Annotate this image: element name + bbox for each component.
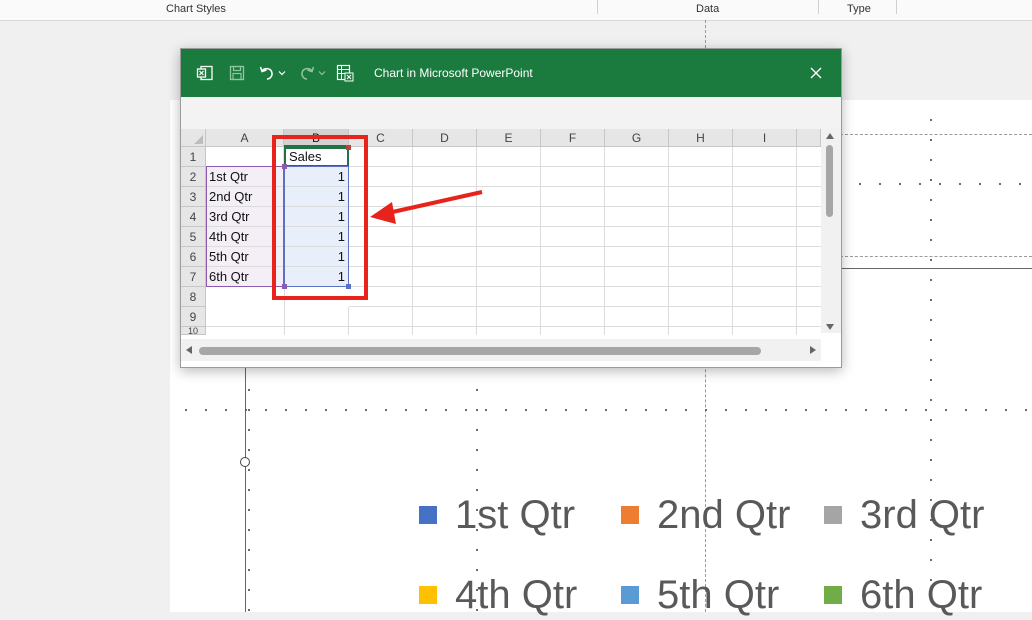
dotted-guide-horizontal — [176, 409, 1032, 411]
legend-swatch — [621, 506, 639, 524]
row-header[interactable]: 1 — [181, 147, 206, 167]
legend-swatch — [621, 586, 639, 604]
placeholder-border-bottom — [840, 256, 1032, 257]
row-header[interactable]: 2 — [181, 167, 206, 187]
legend-swatch — [824, 506, 842, 524]
ribbon-separator — [597, 0, 598, 14]
column-header-h[interactable]: H — [669, 129, 733, 147]
legend-item[interactable]: 4th Qtr — [419, 570, 577, 620]
excel-icon[interactable] — [195, 63, 215, 83]
save-icon[interactable] — [227, 63, 247, 83]
legend-item[interactable]: 6th Qtr — [824, 570, 982, 620]
legend-item[interactable]: 3rd Qtr — [824, 490, 984, 540]
legend-label: 3rd Qtr — [860, 493, 985, 537]
ribbon-group-type: Type — [847, 3, 871, 15]
select-all-corner[interactable] — [181, 129, 206, 147]
ribbon-group-labels: Chart Styles Data Type — [0, 0, 1032, 21]
legend-item[interactable]: 2nd Qtr — [621, 490, 790, 540]
column-header-e[interactable]: E — [477, 129, 541, 147]
highlight-box — [272, 135, 368, 300]
scroll-down-arrow-icon[interactable] — [826, 324, 834, 330]
legend-label: 4th Qtr — [455, 573, 578, 617]
window-titlebar[interactable]: Chart in Microsoft PowerPoint — [181, 49, 841, 97]
legend-label: 5th Qtr — [657, 573, 780, 617]
dotted-guide-horizontal — [850, 183, 1032, 185]
ribbon-separator — [896, 0, 897, 14]
legend-label: 1st Qtr — [455, 493, 576, 537]
chart-frame-left-edge — [245, 366, 246, 612]
dropdown-icon[interactable] — [318, 63, 326, 83]
vertical-scroll-thumb[interactable] — [826, 145, 833, 217]
column-header-g[interactable]: G — [605, 129, 669, 147]
scroll-up-arrow-icon[interactable] — [826, 133, 834, 139]
edit-in-excel-icon[interactable] — [335, 63, 355, 83]
row-header[interactable]: 9 — [181, 307, 206, 327]
red-arrow-annotation — [370, 190, 483, 224]
legend-swatch — [419, 506, 437, 524]
ribbon-group-data: Data — [696, 3, 720, 15]
column-header-f[interactable]: F — [541, 129, 605, 147]
scroll-left-arrow-icon[interactable] — [186, 346, 192, 354]
row-header[interactable]: 5 — [181, 227, 206, 247]
row-header[interactable]: 6 — [181, 247, 206, 267]
undo-icon[interactable] — [257, 63, 277, 83]
column-header-partial[interactable] — [797, 129, 821, 147]
dotted-guide-vertical — [248, 380, 250, 612]
close-icon — [810, 67, 822, 79]
column-header-d[interactable]: D — [413, 129, 477, 147]
legend-swatch — [419, 586, 437, 604]
row-header[interactable]: 8 — [181, 287, 206, 307]
legend-item[interactable]: 5th Qtr — [621, 570, 779, 620]
legend-label: 6th Qtr — [860, 573, 983, 617]
legend-item[interactable]: 1st Qtr — [419, 490, 575, 540]
legend-swatch — [824, 586, 842, 604]
close-button[interactable] — [805, 63, 827, 83]
dropdown-icon[interactable] — [278, 63, 286, 83]
ribbon-separator — [818, 0, 819, 14]
row-header[interactable]: 4 — [181, 207, 206, 227]
row-header[interactable]: 3 — [181, 187, 206, 207]
chart-frame-line — [840, 268, 1032, 269]
column-header-i[interactable]: I — [733, 129, 797, 147]
horizontal-scroll-thumb[interactable] — [199, 347, 761, 355]
ribbon-group-chart-styles: Chart Styles — [166, 3, 226, 15]
empty-cells[interactable] — [349, 147, 821, 335]
window-title: Chart in Microsoft PowerPoint — [374, 66, 533, 80]
redo-icon[interactable] — [297, 63, 317, 83]
placeholder-border-top — [840, 134, 1032, 135]
legend-label: 2nd Qtr — [657, 493, 791, 537]
row-header[interactable]: 10 — [181, 327, 206, 335]
row-header[interactable]: 7 — [181, 267, 206, 287]
scroll-right-arrow-icon[interactable] — [810, 346, 816, 354]
formula-bar-area — [181, 97, 841, 129]
